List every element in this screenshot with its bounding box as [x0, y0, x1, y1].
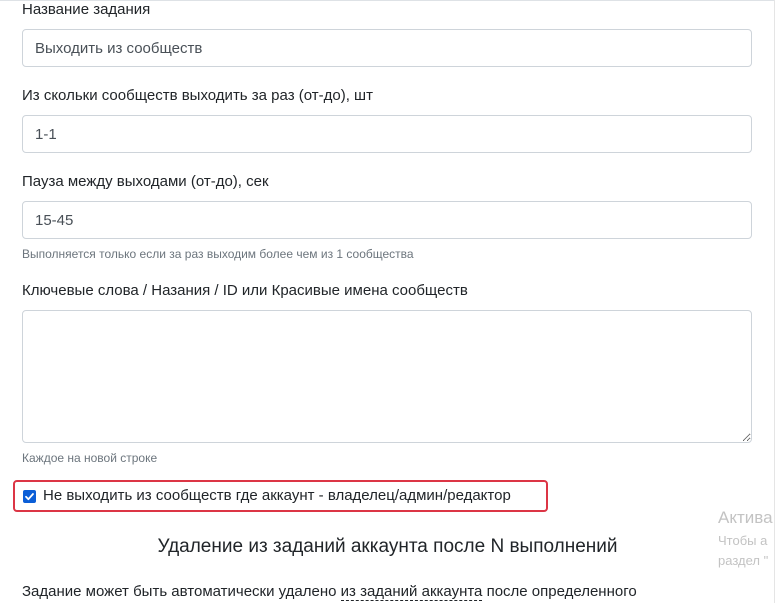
pause-label: Пауза между выходами (от-до), сек	[22, 173, 269, 190]
section-description-start: Задание может быть автоматически удалено	[22, 583, 341, 600]
skip-owned-checkbox-label[interactable]: Не выходить из сообществ где аккаунт - в…	[43, 486, 511, 506]
pause-input[interactable]	[22, 201, 752, 239]
skip-owned-checkbox-highlight[interactable]: Не выходить из сообществ где аккаунт - в…	[13, 480, 548, 512]
task-name-label: Название задания	[22, 1, 151, 18]
section-description: Задание может быть автоматически удалено…	[22, 582, 637, 602]
task-settings-form-page: Название задания Из скольки сообществ вы…	[0, 0, 775, 603]
account-tasks-link[interactable]: из заданий аккаунта	[340, 583, 483, 601]
pause-help-text: Выполняется только если за раз выходим б…	[22, 247, 414, 261]
skip-owned-checkbox[interactable]	[23, 489, 36, 503]
task-name-input[interactable]	[22, 29, 752, 67]
checkmark-icon	[25, 492, 34, 500]
keywords-label: Ключевые слова / Назания / ID или Красив…	[22, 282, 468, 299]
keywords-help-text: Каждое на новой строке	[22, 451, 158, 465]
section-description-end: после определенного	[482, 583, 637, 600]
activation-watermark-title: Актива	[718, 508, 773, 527]
section-title: Удаление из заданий аккаунта после N вып…	[157, 536, 618, 557]
activation-watermark-line1: Чтобы а	[718, 533, 768, 548]
per-run-input[interactable]	[22, 115, 752, 153]
activation-watermark-line2: раздел "	[718, 553, 769, 568]
per-run-label: Из скольки сообществ выходить за раз (от…	[22, 87, 373, 104]
keywords-textarea[interactable]	[22, 310, 752, 443]
